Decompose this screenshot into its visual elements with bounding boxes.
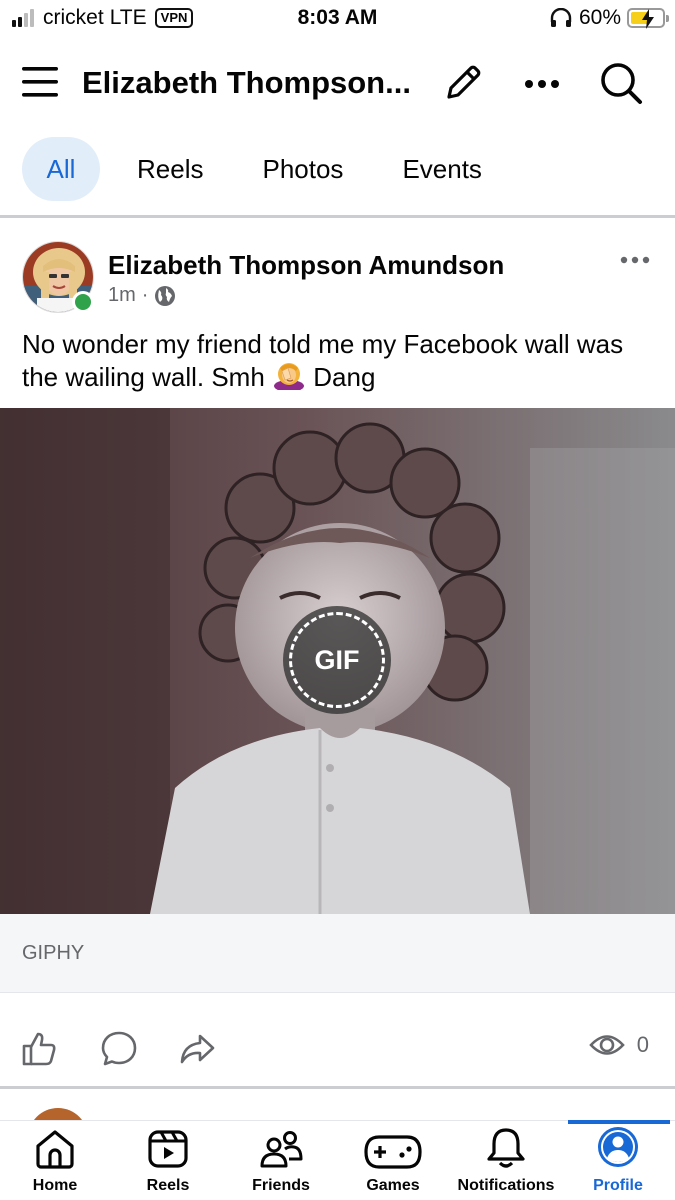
home-icon [36,1130,74,1169]
share-button[interactable] [176,1028,218,1070]
friends-icon [260,1131,303,1168]
active-tab-indicator [568,1120,670,1124]
status-bar: cricket LTE VPN 8:03 AM 60% [0,0,675,38]
post-time[interactable]: 1m [108,284,136,307]
menu-button[interactable] [18,62,62,102]
more-icon [620,256,650,264]
like-button[interactable] [18,1028,60,1070]
tab-events[interactable]: Events [380,137,504,201]
section-divider [0,215,675,218]
online-status-dot [72,291,94,313]
search-icon [601,63,642,104]
headphones-icon [550,8,572,27]
gif-attribution[interactable]: GIPHY [0,914,675,993]
bottom-nav: Home Reels Friends Games Notifications P… [0,1120,675,1200]
signal-icon [12,9,34,27]
post-options-button[interactable] [618,250,652,270]
gif-play-badge[interactable]: GIF [283,606,391,714]
globe-icon [155,285,176,306]
nav-home-label: Home [32,1177,78,1194]
tab-reels[interactable]: Reels [115,137,225,201]
top-bar: Elizabeth Thompson... [0,50,675,116]
view-count: 0 [588,1032,649,1058]
comment-button[interactable] [98,1028,140,1070]
battery-icon [627,8,669,29]
view-count-value: 0 [636,1032,649,1057]
nav-reels[interactable]: Reels [132,1121,204,1200]
page-title: Elizabeth Thompson... [82,65,411,100]
post-text-tail: Dang [313,362,376,392]
meta-separator: · [141,284,149,306]
tab-photos[interactable]: Photos [240,137,365,201]
post-meta: 1m · [108,284,176,307]
post-author-name[interactable]: Elizabeth Thompson Amundson [108,250,504,281]
bell-icon [487,1128,525,1168]
battery-percent: 60% [578,6,621,29]
menu-icon [22,67,58,97]
search-button[interactable] [596,58,646,108]
nav-home[interactable]: Home [20,1121,90,1200]
gif-source-label: GIPHY [22,942,85,964]
nav-friends[interactable]: Friends [240,1121,322,1200]
vpn-badge: VPN [154,8,194,28]
comment-icon [101,1031,137,1066]
filter-tabs: All Reels Photos Events [22,137,519,201]
edit-button[interactable] [440,60,486,106]
more-icon [525,80,559,88]
status-left: cricket LTE VPN [12,6,194,30]
woman-facepalming-emoji [274,363,305,390]
reels-icon [148,1130,188,1168]
post-text: No wonder my friend told me my Facebook … [22,328,662,394]
nav-profile-label: Profile [593,1177,643,1194]
network-type: LTE [109,6,147,29]
status-right: 60% [549,6,669,30]
nav-notifications-label: Notifications [457,1177,555,1194]
gif-badge-label: GIF [314,644,360,675]
like-icon [22,1032,56,1066]
nav-friends-label: Friends [252,1177,310,1194]
eye-icon [588,1035,625,1055]
profile-icon [598,1127,638,1167]
tab-all[interactable]: All [22,137,100,201]
more-button[interactable] [520,64,564,104]
nav-games-label: Games [366,1177,420,1194]
nav-notifications[interactable]: Notifications [448,1121,564,1200]
nav-reels-label: Reels [146,1177,190,1194]
nav-games[interactable]: Games [356,1121,430,1200]
share-icon [180,1034,215,1064]
games-icon [364,1135,422,1169]
post-actions: 0 [0,1020,675,1076]
carrier-name: cricket [43,6,104,29]
edit-icon [447,65,481,99]
nav-profile[interactable]: Profile [578,1121,658,1200]
post-divider [0,1086,675,1089]
